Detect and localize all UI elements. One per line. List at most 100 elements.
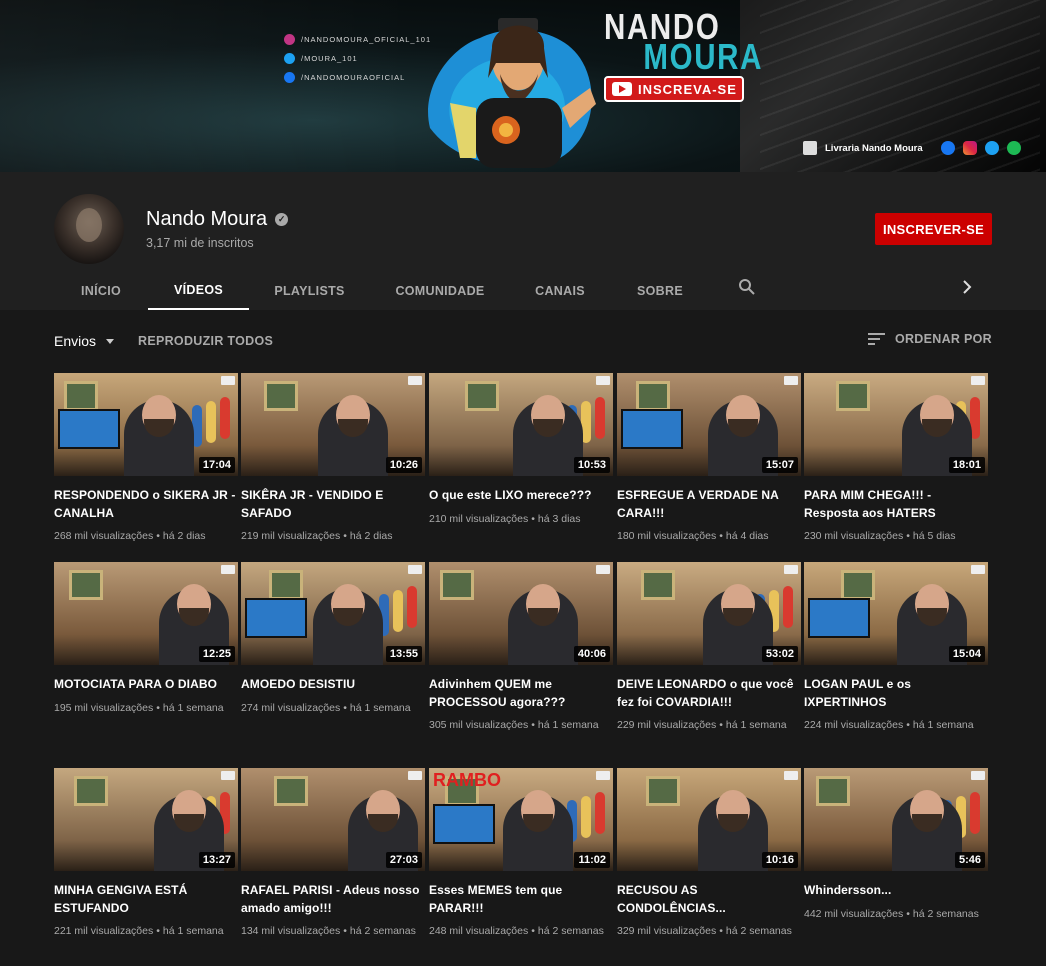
video-title[interactable]: RESPONDENDO o SIKERA JR - CANALHA [54, 487, 238, 522]
video-card[interactable]: 13:55 AMOEDO DESISTIU 274 mil visualizaçõe… [241, 562, 425, 716]
video-views: 230 mil visualizações [804, 530, 904, 542]
video-views: 210 mil visualizações [429, 512, 529, 525]
video-title[interactable]: MINHA GENGIVA ESTÁ ESTUFANDO [54, 882, 238, 917]
video-thumbnail[interactable]: RAMBO 11:02 [429, 768, 613, 871]
video-thumbnail[interactable]: 15:07 [617, 373, 801, 476]
sort-by-button[interactable]: ORDENAR POR [867, 332, 992, 346]
video-card[interactable]: 10:26 SIKÊRA JR - VENDIDO E SAFADO 219 mil… [241, 373, 425, 544]
tab-inicio[interactable]: INÍCIO [54, 272, 148, 310]
video-thumbnail[interactable]: 10:26 [241, 373, 425, 476]
book-icon[interactable] [803, 141, 817, 155]
store-link[interactable]: Livraria Nando Moura [825, 143, 923, 154]
captions-icon [596, 376, 610, 385]
video-thumbnail[interactable]: 15:04 [804, 562, 988, 665]
wall-painting [841, 570, 875, 600]
video-title[interactable]: O que este LIXO merece??? [429, 487, 613, 505]
video-card[interactable]: 27:03 RAFAEL PARISI - Adeus nosso amado a… [241, 768, 425, 939]
facebook-link-icon[interactable] [940, 141, 955, 155]
spotify-link-icon[interactable] [1006, 141, 1021, 155]
subscribe-button[interactable]: INSCREVER-SE [875, 213, 992, 245]
wall-painting [641, 570, 675, 600]
channel-name: Nando Moura [146, 208, 268, 230]
captions-icon [784, 771, 798, 780]
video-thumbnail[interactable]: 13:27 [54, 768, 238, 871]
video-duration: 15:04 [948, 646, 985, 662]
video-title[interactable]: RECUSOU AS CONDOLÊNCIAS... [617, 882, 801, 917]
video-age: há 1 semana [162, 701, 224, 714]
video-thumbnail[interactable]: 40:06 [429, 562, 613, 665]
video-title[interactable]: MOTOCIATA PARA O DIABO [54, 676, 238, 694]
channel-banner: /NANDOMOURA_OFICIAL_101 /MOURA_101 /NAND… [0, 0, 1046, 172]
wall-painting [440, 570, 474, 600]
meta-separator: • [343, 925, 347, 937]
video-card[interactable]: 17:04 RESPONDENDO o SIKERA JR - CANALHA 26… [54, 373, 238, 544]
video-duration: 11:02 [574, 852, 610, 868]
tab-canais[interactable]: CANAIS [510, 272, 610, 310]
video-views: 442 mil visualizações [804, 907, 904, 920]
banner-logo-text: NANDO MOURA [604, 9, 763, 75]
video-title[interactable]: SIKÊRA JR - VENDIDO E SAFADO [241, 487, 425, 522]
video-thumbnail[interactable]: 18:01 [804, 373, 988, 476]
search-icon[interactable] [738, 278, 756, 296]
video-title[interactable]: LOGAN PAUL e os IXPERTINHOS [804, 676, 988, 711]
chevron-right-icon[interactable] [958, 278, 976, 296]
video-meta: 195 mil visualizações • há 1 semana [54, 700, 238, 716]
video-title[interactable]: DEIVE LEONARDO o que você fez foi COVARD… [617, 676, 801, 711]
video-card[interactable]: RAMBO 11:02 Esses MEMES tem que PARAR!!! 24… [429, 768, 613, 939]
video-card[interactable]: 13:27 MINHA GENGIVA ESTÁ ESTUFANDO 221 mil… [54, 768, 238, 939]
video-card[interactable]: 12:25 MOTOCIATA PARA O DIABO 195 mil visua… [54, 562, 238, 716]
channel-tabs: INÍCIO VÍDEOS PLAYLISTS COMUNIDADE CANAI… [54, 272, 710, 310]
video-card[interactable]: 15:04 LOGAN PAUL e os IXPERTINHOS 224 mil … [804, 562, 988, 733]
captions-icon [971, 565, 985, 574]
video-views: 248 mil visualizações [429, 925, 529, 937]
video-title[interactable]: Esses MEMES tem que PARAR!!! [429, 882, 613, 917]
chevron-down-icon [106, 338, 115, 344]
video-meta: 248 mil visualizações • há 2 semanas [429, 923, 613, 939]
video-card[interactable]: 40:06 Adivinhem QUEM me PROCESSOU agora??… [429, 562, 613, 733]
video-card[interactable]: 5:46 Whindersson... 442 mil visualizações •… [804, 768, 988, 922]
tab-videos[interactable]: VÍDEOS [148, 272, 249, 310]
video-title[interactable]: Whindersson... [804, 882, 988, 900]
instagram-icon [284, 34, 295, 45]
video-title[interactable]: PARA MIM CHEGA!!! - Resposta aos HATERS [804, 487, 988, 522]
play-all-button[interactable]: REPRODUZIR TODOS [138, 334, 273, 348]
video-age: há 1 semana [349, 701, 411, 714]
channel-title: Nando Moura ✓ [146, 208, 289, 231]
video-views: 274 mil visualizações [241, 701, 341, 714]
video-card[interactable]: 10:53 O que este LIXO merece??? 210 mil vi… [429, 373, 613, 527]
uploads-filter-dropdown[interactable]: Envios [54, 333, 115, 349]
video-thumbnail[interactable]: 53:02 [617, 562, 801, 665]
video-thumbnail[interactable]: 10:16 [617, 768, 801, 871]
video-thumbnail[interactable]: 10:53 [429, 373, 613, 476]
banner-cartoon-illustration [428, 18, 596, 168]
video-card[interactable]: 53:02 DEIVE LEONARDO o que você fez foi C… [617, 562, 801, 733]
tab-sobre[interactable]: SOBRE [610, 272, 710, 310]
video-meta: 274 mil visualizações • há 1 semana [241, 700, 425, 716]
thumbnail-text: RAMBO [433, 770, 501, 790]
meta-separator: • [156, 925, 160, 937]
video-thumbnail[interactable]: 13:55 [241, 562, 425, 665]
captions-icon [596, 565, 610, 574]
tab-comunidade[interactable]: COMUNIDADE [370, 272, 510, 310]
video-views: 268 mil visualizações [54, 530, 154, 542]
video-thumbnail[interactable]: 27:03 [241, 768, 425, 871]
twitter-link-icon[interactable] [984, 141, 999, 155]
video-title[interactable]: AMOEDO DESISTIU [241, 676, 425, 694]
video-thumbnail[interactable]: 17:04 [54, 373, 238, 476]
video-title[interactable]: ESFREGUE A VERDADE NA CARA!!! [617, 487, 801, 522]
meta-separator: • [906, 530, 910, 542]
instagram-link-icon[interactable] [962, 141, 977, 155]
video-thumbnail[interactable]: 12:25 [54, 562, 238, 665]
tab-playlists[interactable]: PLAYLISTS [249, 272, 370, 310]
video-thumbnail[interactable]: 5:46 [804, 768, 988, 871]
video-card[interactable]: 18:01 PARA MIM CHEGA!!! - Resposta aos HA… [804, 373, 988, 544]
video-age: há 2 semanas [912, 907, 979, 920]
wall-painting [816, 776, 850, 806]
video-title[interactable]: RAFAEL PARISI - Adeus nosso amado amigo!… [241, 882, 425, 917]
channel-avatar[interactable] [54, 194, 124, 264]
video-card[interactable]: 15:07 ESFREGUE A VERDADE NA CARA!!! 180 mi… [617, 373, 801, 544]
video-card[interactable]: 10:16 RECUSOU AS CONDOLÊNCIAS... 329 mil v… [617, 768, 801, 939]
captions-icon [784, 376, 798, 385]
wall-painting [269, 570, 303, 600]
video-title[interactable]: Adivinhem QUEM me PROCESSOU agora??? [429, 676, 613, 711]
